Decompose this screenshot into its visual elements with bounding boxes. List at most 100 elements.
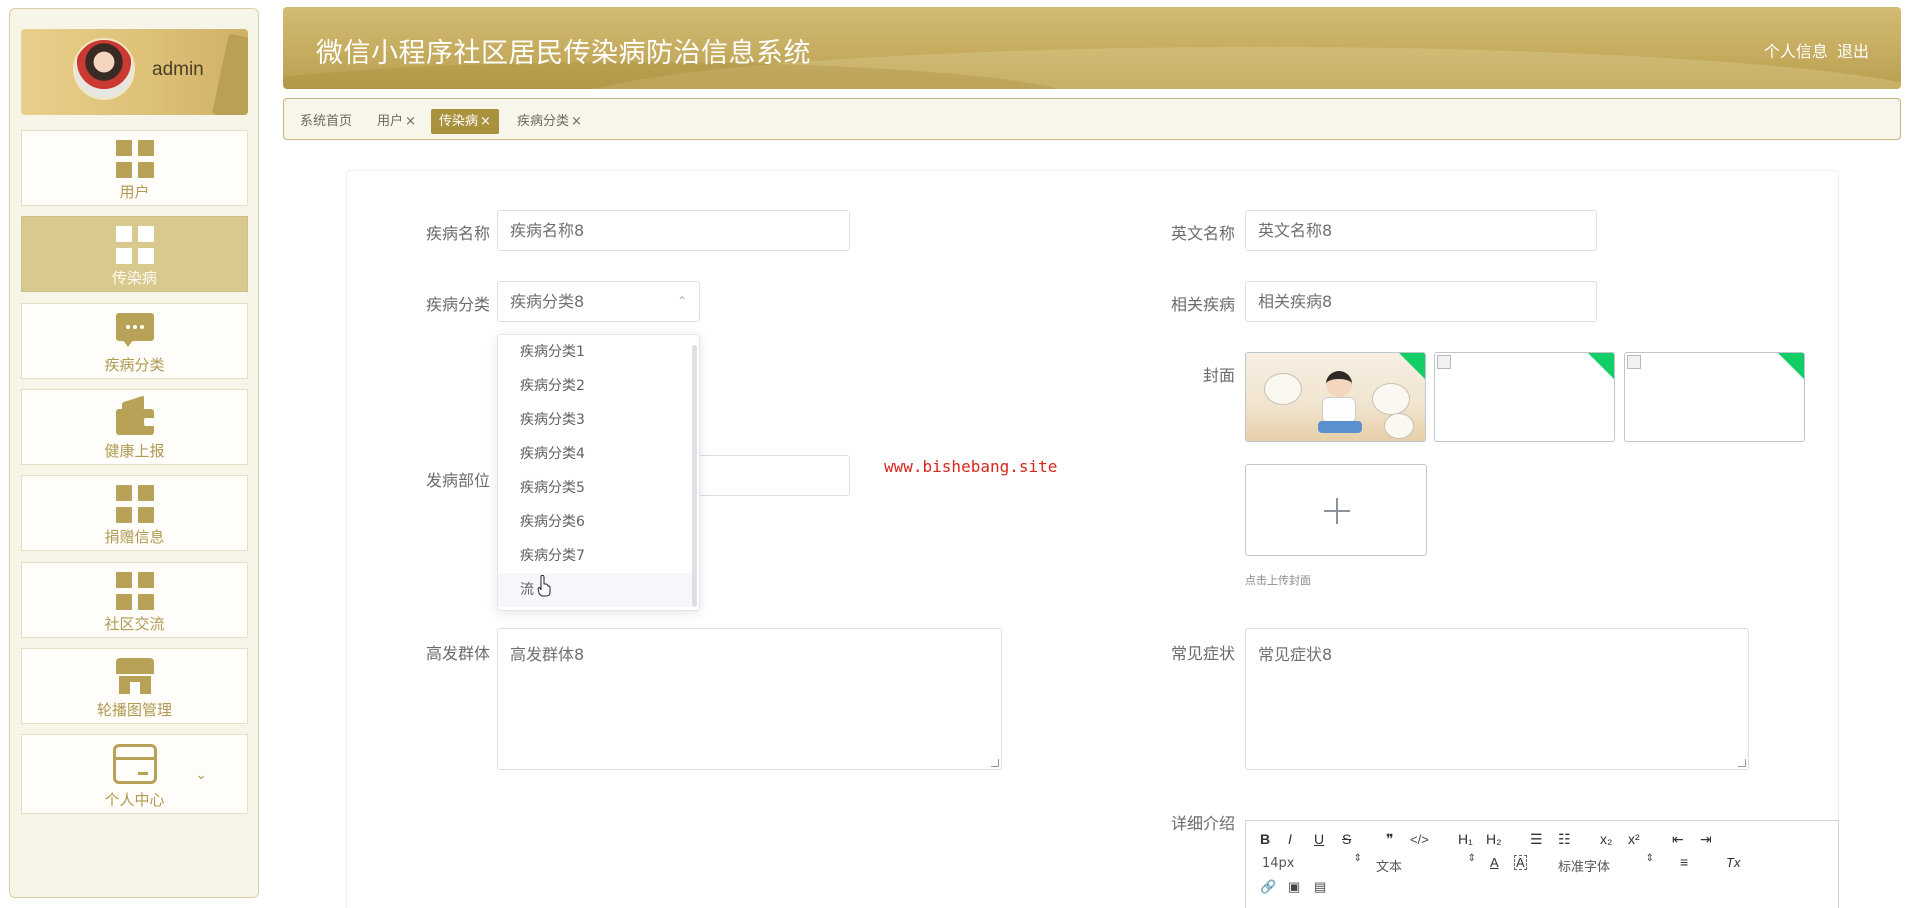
indent-button[interactable]: ⇥ bbox=[1700, 831, 1712, 848]
upload-cover-button[interactable] bbox=[1245, 464, 1427, 556]
tab-label: 传染病 bbox=[439, 114, 479, 129]
close-icon[interactable]: × bbox=[405, 114, 416, 129]
upload-success-corner bbox=[1777, 353, 1804, 380]
tab-label: 系统首页 bbox=[300, 114, 353, 129]
sidebar-item-label: 轮播图管理 bbox=[96, 701, 172, 719]
cover-image[interactable] bbox=[1245, 352, 1426, 442]
sidebar-item-diseases[interactable]: 传染病 bbox=[21, 216, 248, 292]
sidebar-item-label: 个人中心 bbox=[104, 791, 165, 809]
resize-handle[interactable] bbox=[991, 759, 999, 767]
chevron-down-icon[interactable]: ⌄ bbox=[195, 767, 207, 783]
dropdown-option[interactable]: 疾病分类1 bbox=[498, 335, 692, 369]
tab-users[interactable]: 用户 × bbox=[373, 109, 420, 134]
close-icon[interactable]: × bbox=[480, 114, 491, 129]
sidebar-item-carousel[interactable]: 轮播图管理 bbox=[21, 648, 248, 724]
sidebar-item-profile[interactable]: 个人中心 ⌄ bbox=[21, 734, 248, 814]
symptoms-label: 常见症状 bbox=[1170, 644, 1235, 663]
sidebar-item-users[interactable]: 用户 bbox=[21, 130, 248, 206]
hand-cursor-icon bbox=[537, 575, 551, 597]
watermark: www.bishebang.site bbox=[884, 457, 1058, 476]
shop-icon bbox=[115, 658, 154, 696]
dropdown-option[interactable]: 疾病分类5 bbox=[498, 471, 692, 505]
strikethrough-button[interactable]: S bbox=[1342, 831, 1351, 847]
background-color-button[interactable]: A bbox=[1514, 855, 1527, 870]
resize-handle[interactable] bbox=[1738, 759, 1746, 767]
dropdown-scrollbar[interactable] bbox=[692, 345, 697, 607]
related-label: 相关疾病 bbox=[1170, 295, 1235, 314]
profile-link[interactable]: 个人信息 bbox=[1764, 42, 1828, 61]
dropdown-option[interactable]: 疾病分类4 bbox=[498, 437, 692, 471]
video-button[interactable]: ▤ bbox=[1314, 879, 1326, 895]
code-button[interactable]: </> bbox=[1410, 832, 1429, 847]
category-select[interactable]: 疾病分类8 ⌃ bbox=[497, 281, 700, 322]
user-card-ribbon bbox=[211, 33, 248, 115]
cover-image[interactable] bbox=[1624, 352, 1805, 442]
high-risk-textarea[interactable]: 高发群体8 bbox=[497, 628, 1002, 770]
dropdown-option[interactable]: 疾病分类2 bbox=[498, 369, 692, 403]
sidebar-item-community[interactable]: 社区交流 bbox=[21, 562, 248, 638]
clear-format-button[interactable]: Tx bbox=[1726, 855, 1740, 870]
bullet-list-button[interactable]: ☷ bbox=[1558, 831, 1571, 848]
link-button[interactable]: 🔗 bbox=[1260, 879, 1276, 895]
block-type-value: 文本 bbox=[1376, 860, 1403, 875]
select-spinner-icon: ⇕ bbox=[1467, 853, 1476, 864]
sidebar-item-categories[interactable]: 疾病分类 bbox=[21, 303, 248, 379]
subscript-button[interactable]: x₂ bbox=[1600, 831, 1612, 847]
dropdown-option[interactable]: 疾病分类3 bbox=[498, 403, 692, 437]
close-icon[interactable]: × bbox=[571, 114, 582, 129]
ordered-list-button[interactable]: ☰ bbox=[1530, 831, 1543, 848]
h2-button[interactable]: H₂ bbox=[1486, 831, 1502, 847]
avatar[interactable] bbox=[73, 38, 135, 100]
sidebar-item-label: 捐赠信息 bbox=[104, 528, 165, 546]
rich-text-editor: B I U S ❞ </> H₁ H₂ ☰ ☷ x₂ x² ⇤ ⇥ 14px ⇕… bbox=[1245, 820, 1839, 908]
symptoms-value: 常见症状8 bbox=[1258, 645, 1333, 664]
font-color-button[interactable]: A bbox=[1490, 855, 1499, 870]
sidebar-item-label: 疾病分类 bbox=[104, 356, 165, 374]
underline-button[interactable]: U bbox=[1314, 831, 1324, 847]
tab-home[interactable]: 系统首页 bbox=[296, 109, 356, 134]
outdent-button[interactable]: ⇤ bbox=[1672, 831, 1684, 848]
image-button[interactable]: ▣ bbox=[1288, 879, 1300, 895]
broken-image-icon bbox=[1627, 355, 1641, 369]
broken-image-icon bbox=[1437, 355, 1451, 369]
select-spinner-icon: ⇕ bbox=[1353, 853, 1362, 864]
site-label: 发病部位 bbox=[425, 471, 490, 490]
high-risk-label: 高发群体 bbox=[425, 644, 490, 663]
symptoms-textarea[interactable]: 常见症状8 bbox=[1245, 628, 1749, 770]
blockquote-button[interactable]: ❞ bbox=[1386, 831, 1394, 848]
cover-label: 封面 bbox=[1202, 366, 1235, 385]
tab-diseases[interactable]: 传染病 × bbox=[431, 109, 499, 134]
dropdown-option[interactable]: 疾病分类7 bbox=[498, 539, 692, 573]
sidebar-item-label: 社区交流 bbox=[104, 615, 165, 633]
font-size-value: 14px bbox=[1262, 856, 1295, 871]
select-spinner-icon: ⇕ bbox=[1645, 853, 1654, 864]
tab-label: 疾病分类 bbox=[517, 114, 570, 129]
upload-success-corner bbox=[1398, 353, 1425, 380]
tab-categories[interactable]: 疾病分类 × bbox=[513, 109, 586, 134]
disease-name-input[interactable]: 疾病名称8 bbox=[497, 210, 850, 251]
english-name-label: 英文名称 bbox=[1170, 224, 1235, 243]
tab-label: 用户 bbox=[377, 114, 404, 129]
sidebar-item-donations[interactable]: 捐赠信息 bbox=[21, 475, 248, 551]
h1-button[interactable]: H₁ bbox=[1458, 831, 1473, 847]
category-select-value: 疾病分类8 bbox=[510, 292, 585, 311]
wallet-icon bbox=[115, 395, 154, 435]
font-family-select[interactable]: 标准字体 ⇕ bbox=[1558, 853, 1654, 876]
sidebar-item-health-report[interactable]: 健康上报 bbox=[21, 389, 248, 465]
dropdown-option[interactable]: 疾病分类6 bbox=[498, 505, 692, 539]
detail-label: 详细介绍 bbox=[1170, 814, 1235, 833]
english-name-input[interactable]: 英文名称8 bbox=[1245, 210, 1597, 251]
grid-icon bbox=[115, 485, 154, 523]
dropdown-option[interactable]: 流 bbox=[498, 573, 692, 607]
plus-icon bbox=[1336, 498, 1338, 524]
align-button[interactable]: ≡ bbox=[1680, 854, 1688, 870]
font-size-select[interactable]: 14px ⇕ bbox=[1262, 853, 1362, 872]
logout-link[interactable]: 退出 bbox=[1837, 42, 1869, 61]
sidebar-item-label: 健康上报 bbox=[104, 442, 165, 460]
superscript-button[interactable]: x² bbox=[1628, 831, 1640, 847]
bold-button[interactable]: B bbox=[1260, 831, 1270, 847]
cover-image[interactable] bbox=[1434, 352, 1615, 442]
block-type-select[interactable]: 文本 ⇕ bbox=[1376, 853, 1476, 876]
related-input[interactable]: 相关疾病8 bbox=[1245, 281, 1597, 322]
italic-button[interactable]: I bbox=[1288, 831, 1292, 847]
